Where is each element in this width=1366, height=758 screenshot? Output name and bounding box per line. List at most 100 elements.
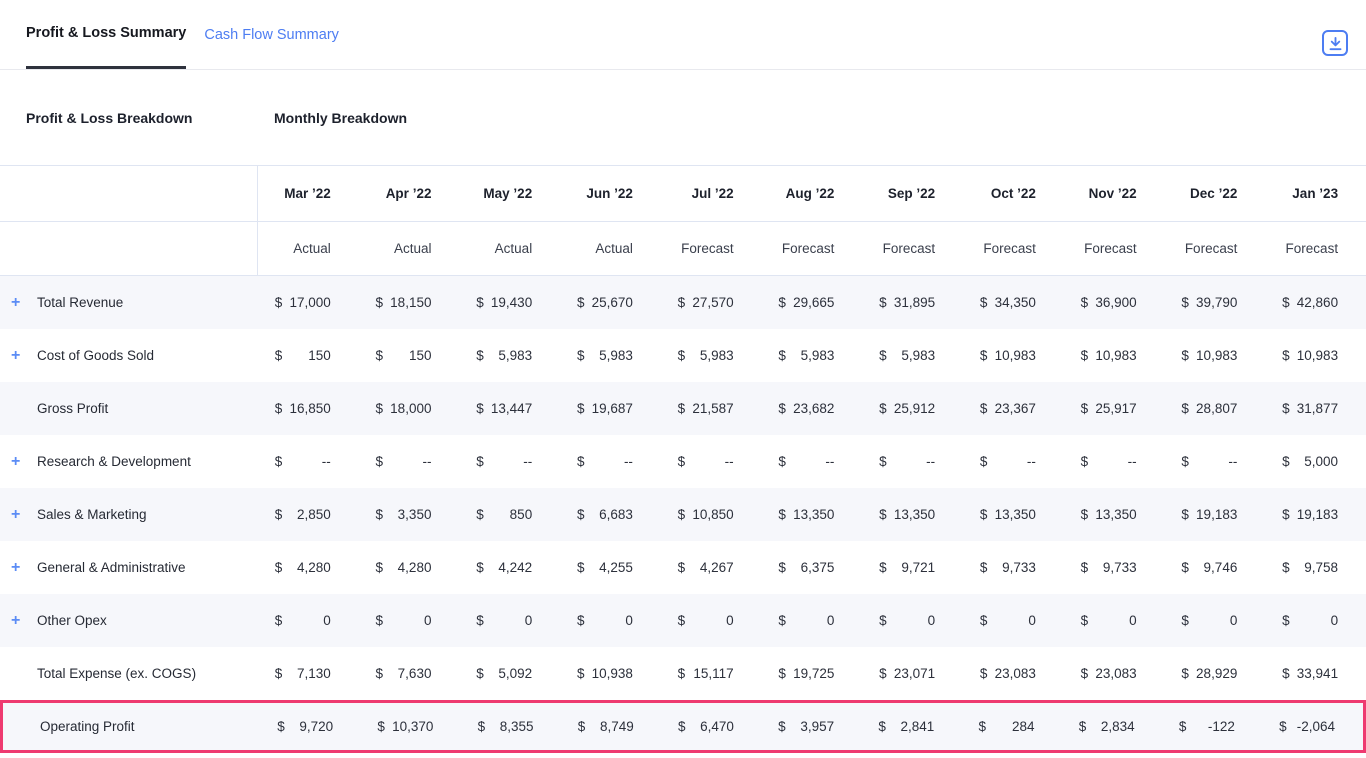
value-number: 5,983 xyxy=(599,348,633,363)
currency-symbol: $ xyxy=(1181,666,1189,681)
currency-symbol: $ xyxy=(678,560,686,575)
value-cell: $9,758 xyxy=(1265,541,1366,594)
column-header-month: Sep ’22 xyxy=(862,166,963,221)
currency-symbol: $ xyxy=(1079,719,1087,734)
expand-icon[interactable]: + xyxy=(11,454,20,470)
value-number: -122 xyxy=(1208,719,1235,734)
value-cell: $0 xyxy=(359,594,460,647)
currency-symbol: $ xyxy=(476,295,484,310)
column-header-month: Aug ’22 xyxy=(762,166,863,221)
value-number: 0 xyxy=(827,613,835,628)
money-value: $0 xyxy=(1181,613,1237,628)
table-row: +Sales & Marketing$2,850$3,350$850$6,683… xyxy=(0,488,1366,541)
currency-symbol: $ xyxy=(879,295,887,310)
pl-table: Mar ’22Apr ’22May ’22Jun ’22Jul ’22Aug ’… xyxy=(0,166,1366,753)
currency-symbol: $ xyxy=(476,613,484,628)
months-header-spacer xyxy=(0,166,258,221)
expand-icon[interactable]: + xyxy=(11,295,20,311)
currency-symbol: $ xyxy=(1282,613,1290,628)
value-cell: $17,000 xyxy=(258,276,359,329)
row-label-cell: +Cost of Goods Sold xyxy=(0,329,258,382)
money-value: $10,850 xyxy=(678,507,734,522)
value-cell: $4,280 xyxy=(359,541,460,594)
value-number: 19,430 xyxy=(491,295,532,310)
currency-symbol: $ xyxy=(678,454,686,469)
expand-icon[interactable]: + xyxy=(11,613,20,629)
value-cell: $9,733 xyxy=(963,541,1064,594)
value-cell: $4,255 xyxy=(560,541,661,594)
value-number: -- xyxy=(322,454,331,469)
money-value: $-- xyxy=(980,454,1036,469)
value-number: 6,683 xyxy=(599,507,633,522)
expand-icon[interactable]: + xyxy=(11,560,20,576)
value-cell: $19,183 xyxy=(1265,488,1366,541)
money-value: $4,242 xyxy=(476,560,532,575)
value-number: 25,917 xyxy=(1095,401,1136,416)
money-value: $5,983 xyxy=(577,348,633,363)
money-value: $23,083 xyxy=(980,666,1036,681)
value-cell: $27,570 xyxy=(661,276,762,329)
money-value: $4,280 xyxy=(375,560,431,575)
expand-icon[interactable]: + xyxy=(11,507,20,523)
money-value: $25,912 xyxy=(879,401,935,416)
value-number: 0 xyxy=(323,613,331,628)
value-cell: $284 xyxy=(962,703,1062,750)
column-header-period-type: Forecast xyxy=(963,222,1064,275)
currency-symbol: $ xyxy=(377,719,385,734)
currency-symbol: $ xyxy=(577,613,585,628)
money-value: $850 xyxy=(476,507,532,522)
value-cell: $6,470 xyxy=(662,703,762,750)
download-button[interactable] xyxy=(1322,30,1348,56)
money-value: $0 xyxy=(980,613,1036,628)
money-value: $0 xyxy=(778,613,834,628)
value-cell: $5,983 xyxy=(560,329,661,382)
value-number: 9,720 xyxy=(299,719,333,734)
currency-symbol: $ xyxy=(980,295,988,310)
row-label: Total Revenue xyxy=(37,295,123,310)
money-value: $-- xyxy=(1181,454,1237,469)
currency-symbol: $ xyxy=(980,401,988,416)
money-value: $13,350 xyxy=(778,507,834,522)
value-number: 10,370 xyxy=(392,719,433,734)
tab-profit-loss-summary[interactable]: Profit & Loss Summary xyxy=(26,0,186,69)
currency-symbol: $ xyxy=(1181,295,1189,310)
value-number: 18,000 xyxy=(390,401,431,416)
value-number: 7,130 xyxy=(297,666,331,681)
row-label: Sales & Marketing xyxy=(37,507,147,522)
money-value: $5,092 xyxy=(476,666,532,681)
currency-symbol: $ xyxy=(476,560,484,575)
money-value: $42,860 xyxy=(1282,295,1338,310)
money-value: $16,850 xyxy=(275,401,331,416)
money-value: $3,957 xyxy=(778,719,834,734)
currency-symbol: $ xyxy=(275,507,283,522)
value-cell: $31,895 xyxy=(862,276,963,329)
money-value: $9,733 xyxy=(980,560,1036,575)
money-value: $9,746 xyxy=(1181,560,1237,575)
currency-symbol: $ xyxy=(476,348,484,363)
value-cell: $19,430 xyxy=(459,276,560,329)
column-header-month: Apr ’22 xyxy=(359,166,460,221)
currency-symbol: $ xyxy=(1282,295,1290,310)
money-value: $13,447 xyxy=(476,401,532,416)
money-value: $5,983 xyxy=(476,348,532,363)
money-value: $31,877 xyxy=(1282,401,1338,416)
currency-symbol: $ xyxy=(275,401,283,416)
expand-icon[interactable]: + xyxy=(11,348,20,364)
value-number: 2,834 xyxy=(1101,719,1135,734)
row-label: General & Administrative xyxy=(37,560,186,575)
value-cell: $9,721 xyxy=(862,541,963,594)
money-value: $-- xyxy=(577,454,633,469)
value-cell: $23,083 xyxy=(1064,647,1165,700)
table-row-operating-profit-highlight: Operating Profit$9,720$10,370$8,355$8,74… xyxy=(0,700,1366,753)
value-cell: $3,350 xyxy=(359,488,460,541)
currency-symbol: $ xyxy=(1181,348,1189,363)
row-label-cell: +Other Opex xyxy=(0,594,258,647)
value-cell: $25,917 xyxy=(1064,382,1165,435)
tab-cash-flow-summary[interactable]: Cash Flow Summary xyxy=(204,0,339,69)
money-value: $-- xyxy=(778,454,834,469)
money-value: $9,720 xyxy=(277,719,333,734)
value-cell: $5,092 xyxy=(459,647,560,700)
currency-symbol: $ xyxy=(375,666,383,681)
value-cell: $19,687 xyxy=(560,382,661,435)
value-cell: $42,860 xyxy=(1265,276,1366,329)
